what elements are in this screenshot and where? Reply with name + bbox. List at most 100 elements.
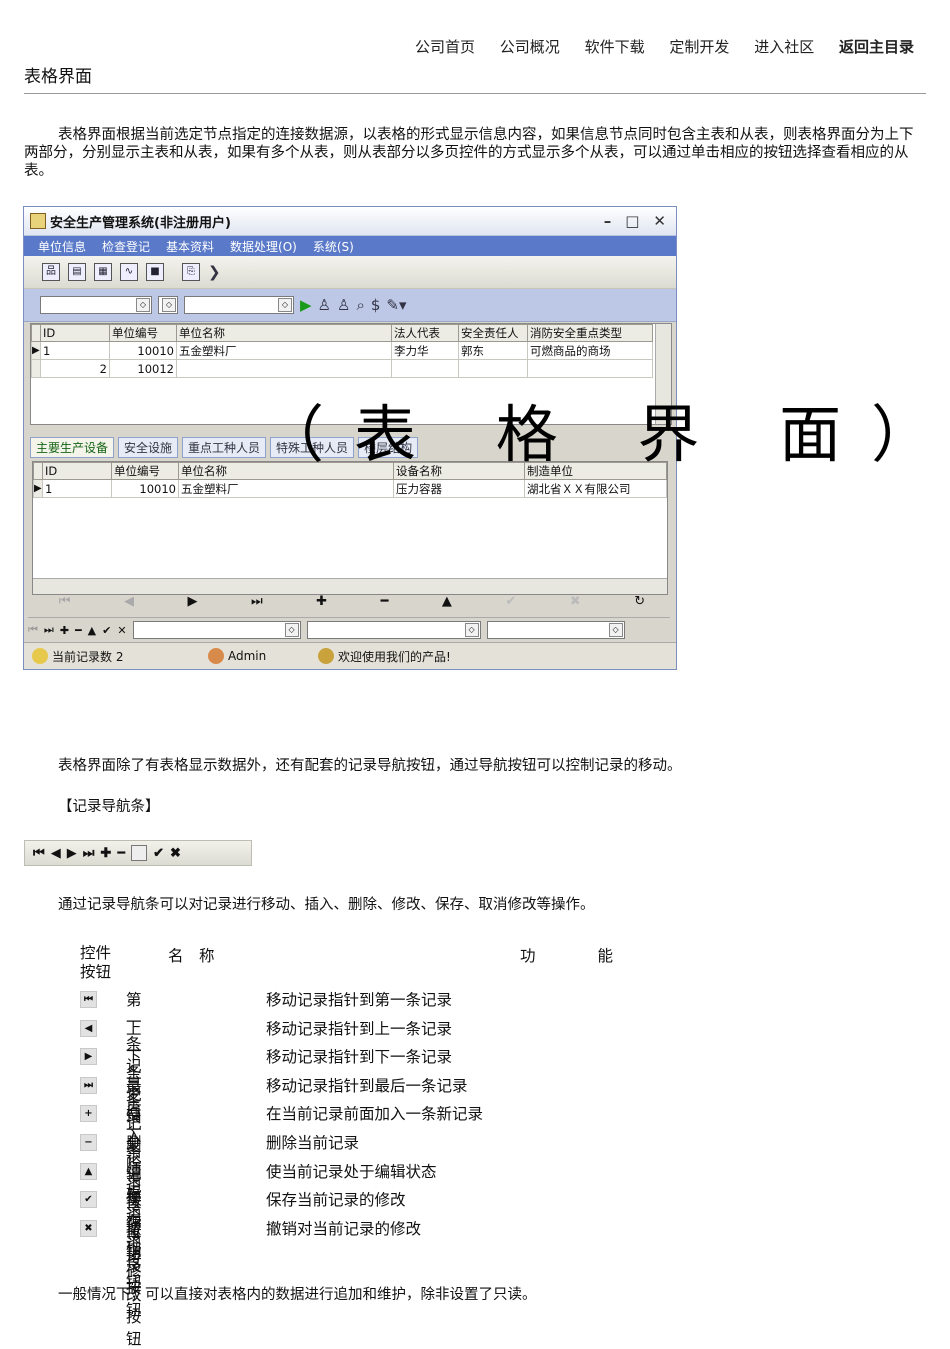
find-icon[interactable]: ♙ <box>318 296 331 314</box>
close-icon[interactable]: ✕ <box>653 212 666 230</box>
save-record-icon[interactable]: ✔ <box>102 624 111 637</box>
field-select[interactable]: ◇ <box>40 296 152 314</box>
nav-main-menu-link[interactable]: 返回主目录 <box>839 38 914 56</box>
window-titlebar: 安全生产管理系统(非注册用户) – □ ✕ <box>24 207 676 236</box>
welcome-message: 欢迎使用我们的产品! <box>338 649 451 664</box>
nav-custom-dev-link[interactable]: 定制开发 <box>669 38 729 56</box>
menu-system[interactable]: 系统(S) <box>313 238 354 255</box>
insert-record-icon: ✚ <box>100 845 112 861</box>
grid-cell[interactable]: 1 <box>42 479 112 498</box>
table-row[interactable]: 2 10012 <box>31 359 653 378</box>
save-record-icon[interactable]: ✔ <box>505 594 516 609</box>
tab-safety-facilities[interactable]: 安全设施 <box>118 437 179 458</box>
tab-main-equipment[interactable]: 主要生产设备 <box>30 437 115 458</box>
grid-cell[interactable]: 湖北省ＸＸ有限公司 <box>524 479 667 498</box>
operations-paragraph: 通过记录导航条可以对记录进行移动、插入、删除、修改、保存、取消修改等操作。 <box>58 897 595 913</box>
nav-home-link[interactable]: 公司首页 <box>415 38 475 56</box>
user-group-icon <box>32 648 48 664</box>
insert-record-icon[interactable]: ✚ <box>60 624 69 637</box>
tree-icon[interactable]: 品 <box>42 263 60 281</box>
edit-record-icon[interactable]: ▲ <box>442 594 452 609</box>
pencil-icon[interactable]: ✎▾ <box>386 296 406 314</box>
find-next-icon[interactable]: ♙ <box>337 296 350 314</box>
grid-cell[interactable]: 2 <box>40 359 110 378</box>
edit-record-icon[interactable]: ▲ <box>88 624 96 637</box>
delete-record-icon[interactable]: ━ <box>75 624 82 637</box>
document-icon[interactable]: ▦ <box>94 263 112 281</box>
grid-cell[interactable]: 郭东 <box>458 341 528 360</box>
nav-download-link[interactable]: 软件下载 <box>585 38 645 56</box>
table-row[interactable]: ▶ 1 10010 五金塑料厂 压力容器 湖北省ＸＸ有限公司 <box>33 479 667 498</box>
detail-col-header[interactable]: ID <box>42 462 112 480</box>
grid-cell[interactable]: 李力华 <box>391 341 459 360</box>
navigation-paragraph: 表格界面除了有表格显示数据外，还有配套的记录导航按钮，通过导航按钮可以控制记录的… <box>58 758 682 774</box>
chart-icon[interactable]: ∿ <box>120 263 138 281</box>
nav-community-link[interactable]: 进入社区 <box>754 38 814 56</box>
insert-record-icon[interactable]: ✚ <box>316 594 327 609</box>
menu-basic-data[interactable]: 基本资料 <box>166 238 214 255</box>
master-col-header[interactable]: 安全责任人 <box>458 324 528 342</box>
prior-record-icon[interactable]: ◀ <box>124 594 134 609</box>
last-record-icon[interactable]: ⏭ <box>44 623 54 637</box>
detail-col-header[interactable]: 单位编号 <box>111 462 179 480</box>
detail-grid: ID 单位编号 单位名称 设备名称 制造单位 ▶ 1 10010 五金塑料厂 压… <box>32 461 668 595</box>
master-col-header[interactable]: 法人代表 <box>391 324 459 342</box>
cancel-edit-icon[interactable]: ✖ <box>570 594 581 609</box>
menu-data-process[interactable]: 数据处理(O) <box>230 238 297 255</box>
save-record-icon: ✔ <box>153 845 165 861</box>
tab-key-workers[interactable]: 重点工种人员 <box>182 437 267 458</box>
intro-paragraph: 表格界面根据当前选定节点指定的连接数据源，以表格的形式显示信息内容，如果信息节点… <box>24 127 914 179</box>
edit-record-icon <box>131 845 148 861</box>
last-record-icon[interactable]: ⏭ <box>251 594 263 609</box>
first-record-icon[interactable]: ⏮ <box>28 623 38 637</box>
cancel-edit-icon[interactable]: ✕ <box>117 624 126 637</box>
control-description: 移动记录指针到下一条记录 <box>266 1048 453 1067</box>
control-description: 移动记录指针到上一条记录 <box>266 1019 453 1038</box>
master-col-header[interactable]: 单位名称 <box>176 324 392 342</box>
page-title: 表格界面 <box>24 67 92 87</box>
grid-cell[interactable] <box>391 359 459 378</box>
nav-combo[interactable]: ◇ <box>132 621 301 639</box>
prior-record-icon: ◀ <box>50 845 61 861</box>
header-control: 控件按钮 <box>80 944 112 981</box>
grid-cell[interactable] <box>176 359 392 378</box>
next-record-icon[interactable]: ▶ <box>187 594 197 609</box>
master-col-header[interactable]: 单位编号 <box>109 324 177 342</box>
minimize-icon[interactable]: – <box>604 212 612 230</box>
export-icon[interactable]: ⎘ <box>182 263 200 281</box>
nav-combo[interactable]: ◇ <box>486 621 625 639</box>
maximize-icon[interactable]: □ <box>625 212 639 230</box>
master-col-header[interactable]: 消防安全重点类型 <box>527 324 653 342</box>
nav-combo[interactable]: ◇ <box>306 621 481 639</box>
grid-cell[interactable]: 压力容器 <box>393 479 525 498</box>
refresh-icon[interactable]: ↻ <box>634 594 645 609</box>
filter-icon[interactable]: $ <box>371 296 381 314</box>
grid-cell[interactable]: 五金塑料厂 <box>178 479 394 498</box>
nav-about-link[interactable]: 公司概况 <box>500 38 560 56</box>
forward-icon[interactable]: ❯ <box>208 263 221 281</box>
menu-unit-info[interactable]: 单位信息 <box>38 238 86 255</box>
first-record-icon[interactable]: ⏮ <box>59 594 71 609</box>
value-select[interactable]: ◇ <box>184 296 294 314</box>
grid-cell[interactable]: 可燃商品的商场 <box>527 341 653 360</box>
grid-cell[interactable] <box>527 359 653 378</box>
operator-select[interactable]: ◇ <box>158 296 178 314</box>
preview-icon[interactable]: ⌕ <box>356 296 364 314</box>
header-name: 名 称 <box>168 947 215 965</box>
run-icon[interactable]: ▶ <box>300 296 312 314</box>
control-description: 删除当前记录 <box>266 1133 360 1152</box>
grid-cell[interactable]: 10010 <box>111 479 179 498</box>
grid-cell[interactable]: 1 <box>40 341 110 360</box>
menu-inspection[interactable]: 检查登记 <box>102 238 150 255</box>
grid-cell[interactable]: 10012 <box>109 359 177 378</box>
window-icon[interactable]: ■ <box>146 263 164 281</box>
delete-record-icon[interactable]: ━ <box>381 594 389 609</box>
master-col-header[interactable]: ID <box>40 324 110 342</box>
grid-cell[interactable]: 10010 <box>109 341 177 360</box>
grid-cell[interactable]: 五金塑料厂 <box>176 341 392 360</box>
grid-cell[interactable] <box>458 359 528 378</box>
toolbar-main: 品 ▤ ▦ ∿ ■ ⎘ ❯ <box>24 256 676 289</box>
control-description: 保存当前记录的修改 <box>266 1191 406 1210</box>
table-row[interactable]: ▶ 1 10010 五金塑料厂 李力华 郭东 可燃商品的商场 <box>31 341 653 360</box>
form-icon[interactable]: ▤ <box>68 263 86 281</box>
